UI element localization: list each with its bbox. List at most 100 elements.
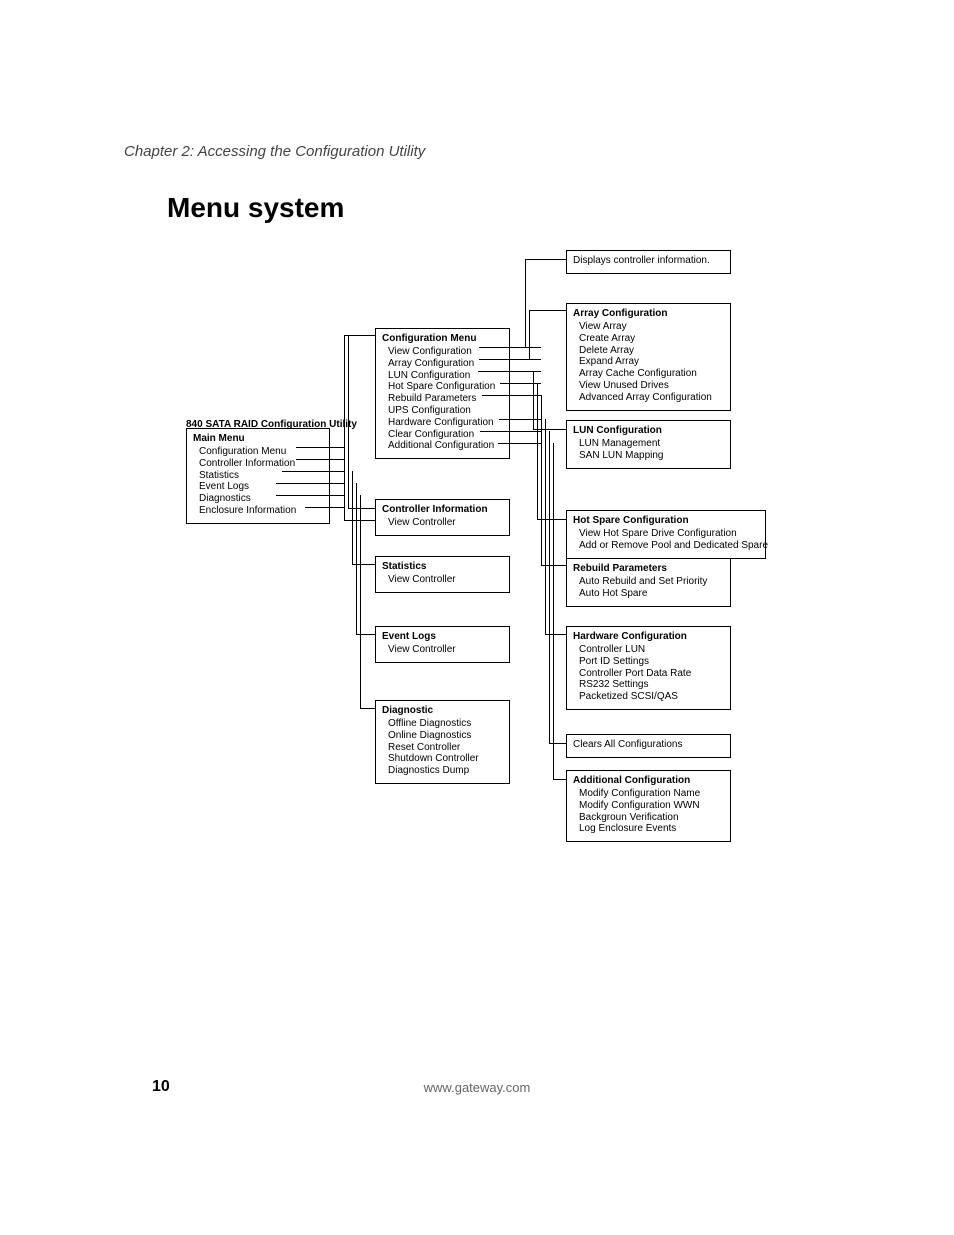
hot-spare-item: Add or Remove Pool and Dedicated Spare xyxy=(573,540,759,552)
connector xyxy=(305,507,344,508)
connector xyxy=(553,779,566,780)
array-config-item: Expand Array xyxy=(573,356,724,368)
statistics-title: Statistics xyxy=(382,561,503,572)
config-menu-title: Configuration Menu xyxy=(382,333,503,344)
hardware-title: Hardware Configuration xyxy=(573,631,724,642)
event-logs-title: Event Logs xyxy=(382,631,503,642)
chapter-heading: Chapter 2: Accessing the Configuration U… xyxy=(124,143,425,160)
connector xyxy=(344,335,345,520)
rebuild-item: Auto Hot Spare xyxy=(573,588,724,600)
connector xyxy=(525,259,566,260)
rebuild-title: Rebuild Parameters xyxy=(573,563,724,574)
connector xyxy=(360,708,375,709)
hardware-item: Controller Port Data Rate xyxy=(573,668,724,680)
connector xyxy=(344,520,375,521)
connector xyxy=(352,471,353,564)
footer-url: www.gateway.com xyxy=(0,1080,954,1095)
config-menu-item: Hardware Configuration xyxy=(382,417,503,429)
page-number: 10 xyxy=(152,1078,170,1096)
controller-info-box: Controller Information View Controller xyxy=(375,499,510,536)
clears-all-box: Clears All Configurations xyxy=(566,734,731,758)
connector xyxy=(348,335,349,508)
array-config-box: Array Configuration View Array Create Ar… xyxy=(566,303,731,411)
hardware-box: Hardware Configuration Controller LUN Po… xyxy=(566,626,731,710)
connector xyxy=(480,431,541,432)
connector xyxy=(276,483,344,484)
config-menu-item: Hot Spare Configuration xyxy=(382,381,503,393)
hardware-item: Port ID Settings xyxy=(573,656,724,668)
additional-item: Backgroun Verification xyxy=(573,812,724,824)
connector xyxy=(499,419,541,420)
diagnostic-item: Shutdown Controller xyxy=(382,753,503,765)
connector xyxy=(500,383,541,384)
hardware-item: Controller LUN xyxy=(573,644,724,656)
array-config-item: View Unused Drives xyxy=(573,380,724,392)
config-menu-item: UPS Configuration xyxy=(382,405,503,417)
event-logs-item: View Controller xyxy=(382,644,503,656)
additional-item: Log Enclosure Events xyxy=(573,823,724,835)
page-title: Menu system xyxy=(167,192,344,224)
hot-spare-item: View Hot Spare Drive Configuration xyxy=(573,528,759,540)
array-config-item: Delete Array xyxy=(573,345,724,357)
displays-controller-text: Displays controller information. xyxy=(573,255,724,267)
connector xyxy=(529,310,530,360)
connector xyxy=(356,634,375,635)
lun-config-title: LUN Configuration xyxy=(573,425,724,436)
connector xyxy=(537,383,538,519)
hardware-item: RS232 Settings xyxy=(573,679,724,691)
connector xyxy=(344,335,375,336)
displays-controller-box: Displays controller information. xyxy=(566,250,731,274)
clears-all-text: Clears All Configurations xyxy=(573,739,724,751)
diagnostic-item: Offline Diagnostics xyxy=(382,718,503,730)
connector xyxy=(296,459,344,460)
connector xyxy=(541,565,566,566)
array-config-item: Array Cache Configuration xyxy=(573,368,724,380)
config-menu-item: Additional Configuration xyxy=(382,440,503,452)
lun-config-box: LUN Configuration LUN Management SAN LUN… xyxy=(566,420,731,469)
connector xyxy=(478,371,541,372)
connector xyxy=(360,495,361,708)
connector xyxy=(553,443,554,779)
event-logs-box: Event Logs View Controller xyxy=(375,626,510,663)
lun-config-item: SAN LUN Mapping xyxy=(573,450,724,462)
diagnostic-item: Online Diagnostics xyxy=(382,730,503,742)
statistics-box: Statistics View Controller xyxy=(375,556,510,593)
main-menu-title: Main Menu xyxy=(193,433,323,444)
connector xyxy=(549,743,566,744)
additional-item: Modify Configuration Name xyxy=(573,788,724,800)
connector xyxy=(282,471,344,472)
diagnostic-item: Diagnostics Dump xyxy=(382,765,503,777)
connector xyxy=(537,519,566,520)
diagnostic-title: Diagnostic xyxy=(382,705,503,716)
diagnostic-box: Diagnostic Offline Diagnostics Online Di… xyxy=(375,700,510,784)
connector xyxy=(356,483,357,634)
connector xyxy=(545,419,546,634)
main-menu-box: Main Menu Configuration Menu Controller … xyxy=(186,428,330,524)
lun-config-item: LUN Management xyxy=(573,438,724,450)
array-config-item: View Array xyxy=(573,321,724,333)
main-menu-item: Enclosure Information xyxy=(193,505,323,517)
controller-info-title: Controller Information xyxy=(382,504,503,515)
rebuild-box: Rebuild Parameters Auto Rebuild and Set … xyxy=(566,558,731,607)
connector xyxy=(479,359,541,360)
connector xyxy=(498,443,541,444)
connector xyxy=(529,310,566,311)
controller-info-item: View Controller xyxy=(382,517,503,529)
array-config-item: Advanced Array Configuration xyxy=(573,392,724,404)
hot-spare-box: Hot Spare Configuration View Hot Spare D… xyxy=(566,510,766,559)
array-config-title: Array Configuration xyxy=(573,308,724,319)
additional-title: Additional Configuration xyxy=(573,775,724,786)
connector xyxy=(525,259,526,348)
statistics-item: View Controller xyxy=(382,574,503,586)
connector xyxy=(533,429,566,430)
hardware-item: Packetized SCSI/QAS xyxy=(573,691,724,703)
additional-box: Additional Configuration Modify Configur… xyxy=(566,770,731,842)
connector xyxy=(276,495,344,496)
connector xyxy=(296,447,344,448)
connector xyxy=(549,431,550,743)
additional-item: Modify Configuration WWN xyxy=(573,800,724,812)
connector xyxy=(541,395,542,565)
rebuild-item: Auto Rebuild and Set Priority xyxy=(573,576,724,588)
connector xyxy=(545,634,566,635)
array-config-item: Create Array xyxy=(573,333,724,345)
